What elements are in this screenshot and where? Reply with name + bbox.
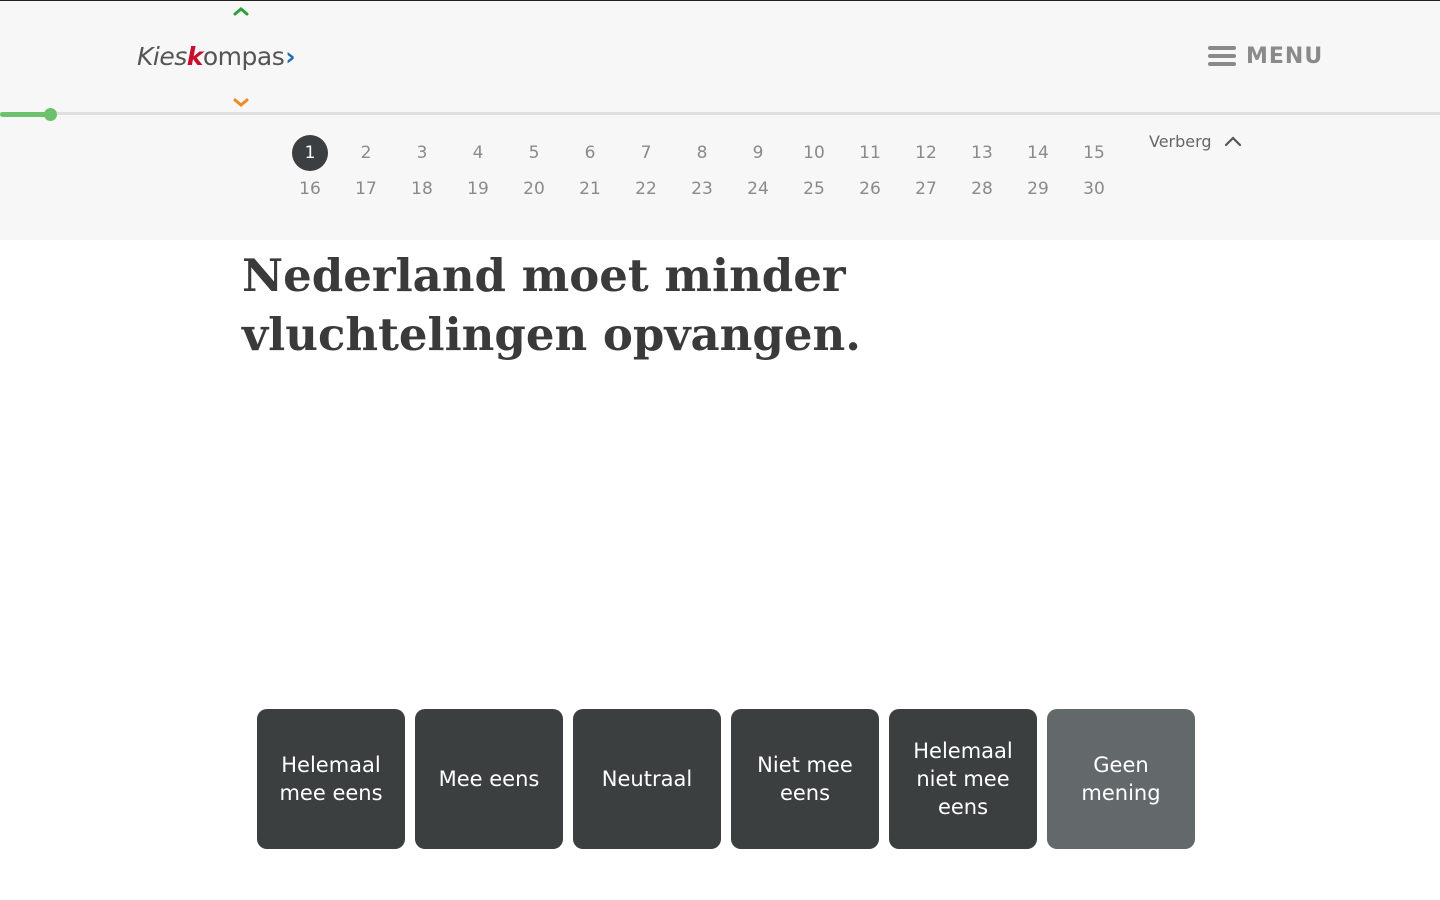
- question-number-2[interactable]: 2: [338, 135, 394, 171]
- answer-strongly-disagree-button[interactable]: Helemaal niet mee eens: [889, 709, 1037, 849]
- question-number-22[interactable]: 22: [618, 171, 674, 207]
- question-number-5[interactable]: 5: [506, 135, 562, 171]
- question-number-label: 28: [971, 179, 993, 199]
- question-number-label: 18: [411, 179, 433, 199]
- question-number-label: 11: [859, 143, 881, 163]
- question-number-10[interactable]: 10: [786, 135, 842, 171]
- question-number-19[interactable]: 19: [450, 171, 506, 207]
- question-number-label: 15: [1083, 143, 1105, 163]
- progress-track: [0, 112, 1440, 115]
- question-number-23[interactable]: 23: [674, 171, 730, 207]
- question-number-label: 20: [523, 179, 545, 199]
- logo-part-k: k: [186, 41, 204, 71]
- question-number-3[interactable]: 3: [394, 135, 450, 171]
- question-number-label: 27: [915, 179, 937, 199]
- question-number-label: 4: [472, 143, 484, 163]
- logo-arrow: ›: [285, 41, 296, 71]
- question-number-16[interactable]: 16: [282, 171, 338, 207]
- answer-agree-button[interactable]: Mee eens: [415, 709, 563, 849]
- answer-disagree-button[interactable]: Niet mee eens: [731, 709, 879, 849]
- question-number-label: 30: [1083, 179, 1105, 199]
- answer-no-opinion-button[interactable]: Geen mening: [1047, 709, 1195, 849]
- question-number-label: 26: [859, 179, 881, 199]
- question-number-label: 16: [299, 179, 321, 199]
- answer-neutral-button[interactable]: Neutraal: [573, 709, 721, 849]
- question-number-label: 23: [691, 179, 713, 199]
- question-number-label: 19: [467, 179, 489, 199]
- question-number-label: 24: [747, 179, 769, 199]
- question-number-29[interactable]: 29: [1010, 171, 1066, 207]
- hide-label: Verberg: [1149, 131, 1212, 151]
- question-number-1[interactable]: 1: [282, 135, 338, 171]
- question-number-28[interactable]: 28: [954, 171, 1010, 207]
- question-number-30[interactable]: 30: [1066, 171, 1122, 207]
- menu-label: MENU: [1246, 43, 1324, 69]
- question-number-label: 9: [752, 143, 764, 163]
- question-number-label: 3: [416, 143, 428, 163]
- question-number-17[interactable]: 17: [338, 171, 394, 207]
- statement-title: Nederland moet minder vluchtelingen opva…: [242, 249, 861, 361]
- question-number-7[interactable]: 7: [618, 135, 674, 171]
- question-number-label: 22: [635, 179, 657, 199]
- progress-fill: [0, 112, 48, 117]
- question-number-label: 14: [1027, 143, 1049, 163]
- question-number-21[interactable]: 21: [562, 171, 618, 207]
- question-number-25[interactable]: 25: [786, 171, 842, 207]
- question-number-20[interactable]: 20: [506, 171, 562, 207]
- logo-part-ompas: ompas: [202, 41, 285, 71]
- question-number-label: 21: [579, 179, 601, 199]
- question-number-18[interactable]: 18: [394, 171, 450, 207]
- question-number-label: 5: [528, 143, 540, 163]
- question-number-14[interactable]: 14: [1010, 135, 1066, 171]
- answer-strongly-agree-button[interactable]: Helemaal mee eens: [257, 709, 405, 849]
- question-number-label: 10: [803, 143, 825, 163]
- question-number-label: 1: [292, 135, 328, 171]
- question-number-24[interactable]: 24: [730, 171, 786, 207]
- kieskompas-logo[interactable]: Kies k ompas ›: [137, 39, 296, 73]
- question-number-label: 12: [915, 143, 937, 163]
- question-number-12[interactable]: 12: [898, 135, 954, 171]
- question-number-11[interactable]: 11: [842, 135, 898, 171]
- logo-part-kies: Kies: [137, 41, 187, 71]
- question-number-26[interactable]: 26: [842, 171, 898, 207]
- question-number-label: 25: [803, 179, 825, 199]
- question-number-label: 6: [584, 143, 596, 163]
- hamburger-icon: [1208, 44, 1236, 68]
- question-number-9[interactable]: 9: [730, 135, 786, 171]
- question-number-4[interactable]: 4: [450, 135, 506, 171]
- chevron-down-icon[interactable]: [233, 97, 249, 109]
- question-number-13[interactable]: 13: [954, 135, 1010, 171]
- question-number-label: 13: [971, 143, 993, 163]
- progress-handle: [43, 108, 57, 121]
- question-number-8[interactable]: 8: [674, 135, 730, 171]
- chevron-up-icon: [1224, 136, 1241, 147]
- question-number-15[interactable]: 15: [1066, 135, 1122, 171]
- question-number-label: 29: [1027, 179, 1049, 199]
- question-number-label: 7: [640, 143, 652, 163]
- question-number-6[interactable]: 6: [562, 135, 618, 171]
- menu-button[interactable]: MENU: [1208, 39, 1323, 73]
- question-number-27[interactable]: 27: [898, 171, 954, 207]
- question-navigation: 1 2 3 4 5 6 7 8 9 10 11 12 13 14 15 16 17 18 19 20 21 22 23 24 2…: [282, 135, 1122, 207]
- hide-navigation-toggle[interactable]: Verberg: [1149, 129, 1242, 153]
- chevron-up-icon[interactable]: [233, 5, 249, 17]
- answer-options: Helemaal mee eens Mee eens Neutraal Niet…: [257, 709, 1195, 849]
- question-number-label: 2: [360, 143, 372, 163]
- question-number-label: 17: [355, 179, 377, 199]
- question-number-label: 8: [696, 143, 708, 163]
- top-bar: Kies k ompas › MENU 1 2 3 4 5 6 7 8 9 10 11 12 13 14 1…: [0, 0, 1440, 240]
